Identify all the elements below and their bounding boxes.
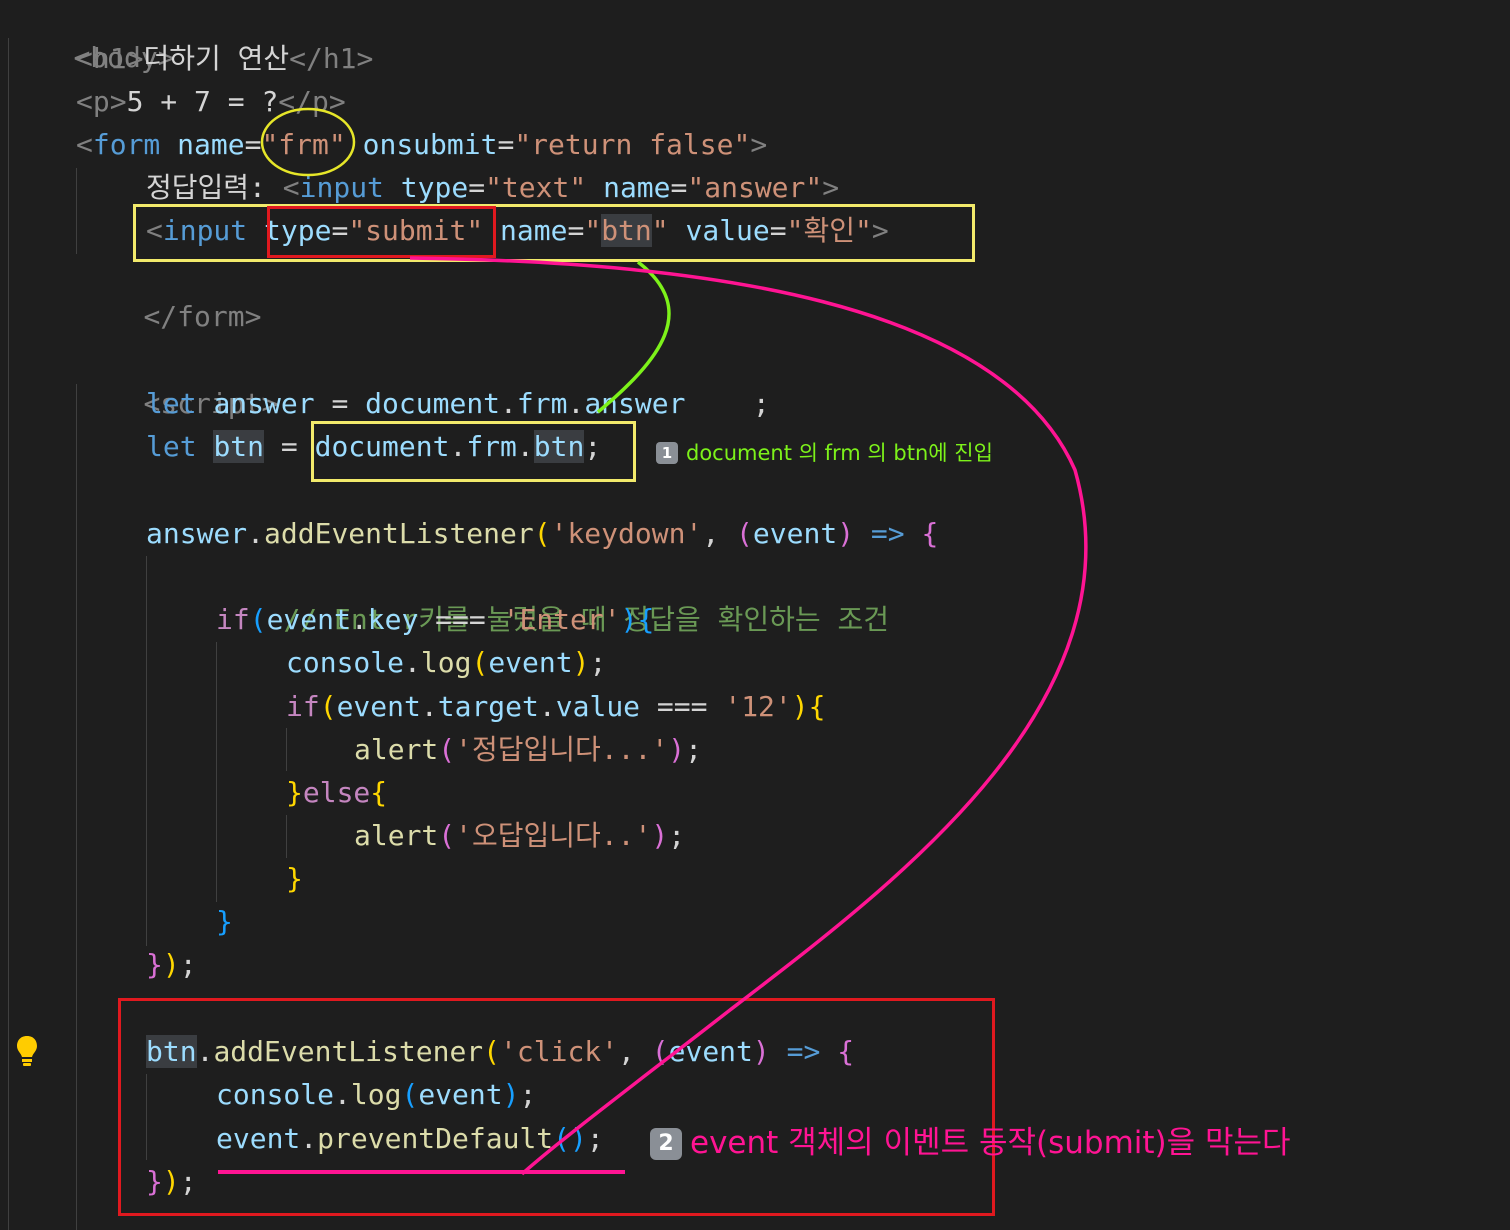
var-console: console (286, 646, 405, 679)
annotation-note-2: 2 event 객체의 이벤트 동작(submit)을 막는다 (650, 1117, 1291, 1162)
code-line: 정답입력: <input type="text" name="answer"> (146, 171, 840, 204)
keyword-if: if (286, 690, 320, 723)
code-line: <h1>더하기 연산</h1> (76, 37, 373, 80)
tag-p-close: </p> (278, 85, 346, 118)
attr-value-text: "text" (485, 171, 587, 204)
var-event: event (752, 517, 838, 550)
code-line: }); (146, 948, 197, 981)
code-line: alert('정답입니다...'); (354, 733, 702, 766)
prop-target: target (437, 690, 539, 723)
string-wrong: '오답입니다..' (455, 819, 652, 852)
highlight-box-click-listener (118, 998, 995, 1216)
keyword-let: let (146, 430, 197, 463)
tag-p-open: <p> (76, 85, 127, 118)
indent-guide (286, 815, 287, 858)
string-enter: 'Enter' (502, 603, 621, 636)
keyword-let: let (146, 387, 197, 420)
string-keydown: 'keydown' (550, 517, 703, 550)
number-badge: 2 (650, 1128, 682, 1160)
highlight-box-input-submit (133, 204, 975, 262)
code-line: <body> (6, 0, 174, 74)
code-line: if(event.target.value === '12'){ (286, 690, 826, 723)
code-line: answer.addEventListener('keydown', (even… (146, 517, 939, 550)
indent-guide (8, 38, 9, 1230)
fn-alert: alert (354, 819, 439, 852)
attr-name: name (603, 171, 671, 204)
code-line: <form name="frm" onsubmit="return false"… (76, 128, 768, 161)
highlight-box-type-submit (267, 206, 496, 258)
code-line: if(event.key === 'Enter'){ (216, 603, 655, 636)
indent-guide (286, 728, 287, 771)
code-line: }else{ (286, 776, 388, 809)
var-document: document (365, 387, 501, 420)
highlight-box-document-frm-btn (311, 421, 636, 482)
number-badge: 1 (656, 442, 678, 464)
code-line: <p>5 + 7 = ?</p> (76, 80, 346, 123)
attr-name: name (177, 128, 245, 161)
attr-value-answer: "answer" (687, 171, 823, 204)
tag-h1-open: <h1> (76, 42, 144, 75)
code-line: <script> (76, 339, 278, 420)
tag-form-close: </form> (143, 300, 262, 333)
string-correct: '정답입니다...' (455, 733, 669, 766)
var-answer: answer (146, 517, 248, 550)
tag-input: input (299, 171, 384, 204)
var-frm: frm (516, 387, 568, 420)
fn-log: log (420, 646, 472, 679)
code-line: } (286, 862, 303, 895)
annotation-text: document 의 frm 의 btn에 진입 (686, 441, 993, 465)
string-12: '12' (724, 690, 792, 723)
code-line: let answer = document.frm.answer ; (146, 387, 770, 420)
var-event: event (266, 603, 351, 636)
var-event: event (336, 690, 421, 723)
prop-key: key (367, 603, 419, 636)
annotation-note-1: 1 document 의 frm 의 btn에 진입 (656, 437, 993, 467)
code-editor[interactable]: <body> <h1>더하기 연산</h1> <p>5 + 7 = ?</p> … (0, 0, 1510, 1230)
keyword-if: if (216, 603, 250, 636)
var-event: event (488, 646, 573, 679)
indent-guide (76, 384, 77, 1230)
p-text: 5 + 7 = ? (126, 85, 279, 118)
var-btn: btn (213, 430, 265, 463)
label-text: 정답입력: (146, 171, 283, 204)
fn-addEventListener: addEventListener (264, 517, 534, 550)
code-line: } (216, 905, 233, 938)
tag-form: form (92, 128, 161, 161)
tag-h1-close: </h1> (289, 42, 374, 75)
code-line: alert('오답입니다..'); (354, 819, 686, 852)
lightbulb-icon[interactable] (14, 1034, 40, 1068)
fn-alert: alert (354, 733, 439, 766)
indent-guide (146, 556, 147, 946)
var-answer: answer (584, 387, 686, 420)
attr-value-return-false: "return false" (514, 128, 751, 161)
prop-value: value (555, 690, 641, 723)
var-answer: answer (213, 387, 315, 420)
attr-onsubmit: onsubmit (362, 128, 498, 161)
annotation-text: event 객체의 이벤트 동작(submit)을 막는다 (690, 1125, 1291, 1161)
h1-text: 더하기 연산 (143, 42, 290, 75)
attr-value-frm: "frm" (261, 128, 346, 161)
attr-type: type (400, 171, 469, 204)
code-line: // Enter키를 눌렀을 때 정답을 확인하는 조건 (216, 555, 889, 636)
code-line: console.log(event); (286, 646, 607, 679)
keyword-else: else (302, 776, 371, 809)
indent-guide (76, 168, 77, 254)
